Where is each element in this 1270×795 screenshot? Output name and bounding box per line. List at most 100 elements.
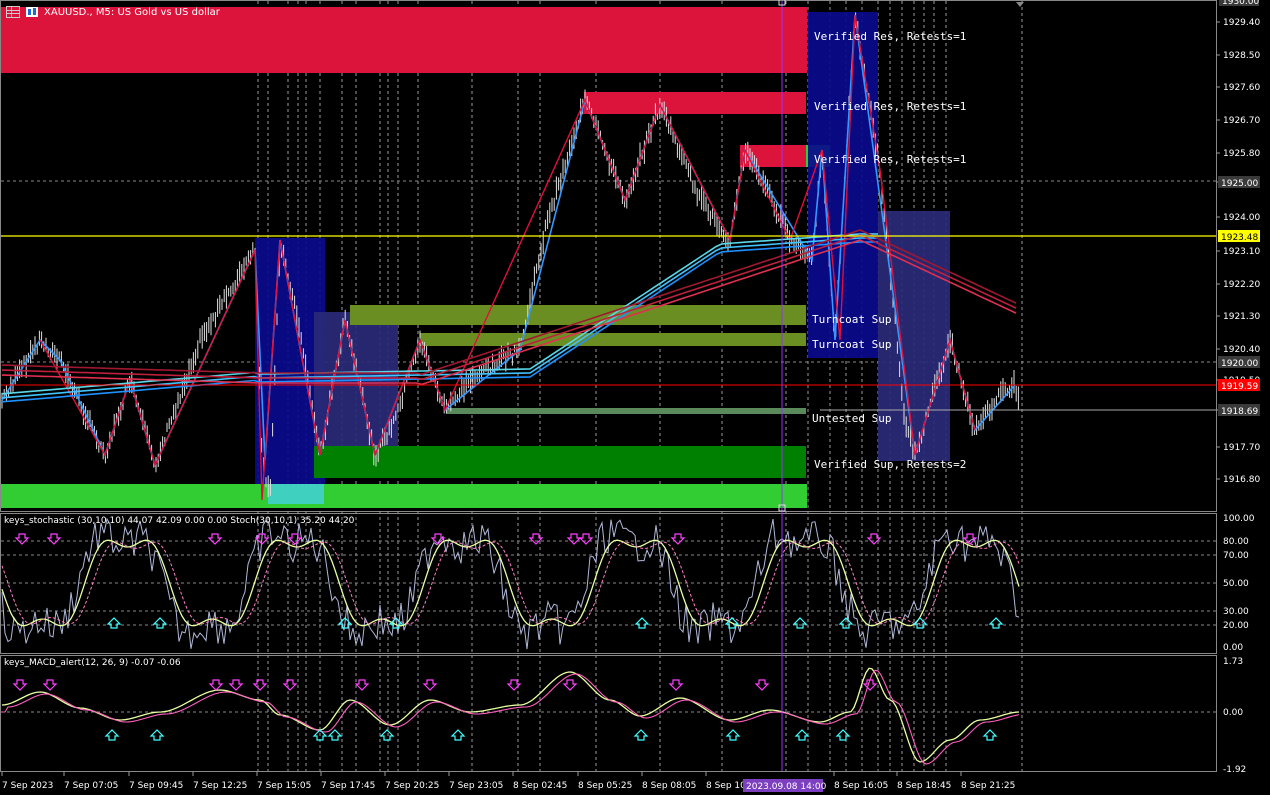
buy-arrow-icon [988, 617, 1004, 629]
crosshair-time-label: 2023.09.08 14:00 [746, 782, 827, 792]
sell-arrow-icon [354, 679, 370, 691]
sell-arrow-icon [46, 533, 62, 545]
sell-arrow-icon [562, 679, 578, 691]
price-axis-label: 1920.40 [1223, 345, 1260, 355]
macd-title: keys_MACD_alert(12, 26, 9) -0.07 -0.06 [4, 658, 181, 668]
stoch-fast-line [1, 517, 1020, 650]
sell-arrow-icon [42, 679, 58, 691]
price-axis-label: 1921.30 [1223, 312, 1260, 322]
sell-arrow-icon [287, 533, 303, 545]
zone-label: Verified Res, Retests=1 [814, 30, 966, 43]
sell-arrow-icon [208, 679, 224, 691]
time-axis-label: 8 Sep 02:45 [513, 781, 567, 791]
price-axis-label: 1927.60 [1223, 83, 1260, 93]
scroll-marker-icon[interactable] [1016, 2, 1024, 7]
buy-arrow-icon [835, 729, 851, 741]
chart-type-icon[interactable] [26, 7, 38, 17]
sell-arrow-icon [282, 679, 298, 691]
support-zone [314, 446, 806, 478]
sell-arrow-icon [12, 679, 28, 691]
buy-arrow-icon [794, 729, 810, 741]
macd-axis-label: 1.73 [1223, 657, 1243, 667]
support-zone-overlap [268, 484, 324, 504]
time-axis-label: 8 Sep 21:25 [961, 781, 1015, 791]
resistance-zone [584, 92, 806, 114]
support-zone [1, 484, 807, 508]
macd-axis-label: -1.92 [1223, 765, 1246, 775]
price-flag-label: 1919.59 [1221, 382, 1258, 392]
time-axis-label: 8 Sep 05:25 [578, 781, 632, 791]
zone-label: Turncoat Sup [812, 313, 891, 326]
time-axis-label: 8 Sep 08:05 [642, 781, 696, 791]
zone-label: Untested Sup [812, 412, 891, 425]
turncoat-zone [350, 305, 806, 325]
time-axis-label: 7 Sep 07:05 [64, 781, 118, 791]
price-axis-label: 1916.80 [1223, 475, 1260, 485]
sell-arrow-icon [422, 679, 438, 691]
price-top-label: 1930.00 [1222, 0, 1259, 7]
time-axis-label: 7 Sep 15:05 [257, 781, 311, 791]
buy-arrow-icon [106, 617, 122, 629]
sell-arrow-icon [668, 679, 684, 691]
price-axis-label: 1924.00 [1223, 213, 1260, 223]
sell-arrow-icon [862, 679, 878, 691]
sell-arrow-icon [252, 679, 268, 691]
price-axis-label: 1929.40 [1223, 18, 1260, 28]
zone-label: Verified Sup, Retests=2 [814, 458, 966, 471]
time-axis-label: 7 Sep 17:45 [321, 781, 375, 791]
sell-arrow-icon [754, 679, 770, 691]
time-axis-label: 7 Sep 20:25 [385, 781, 439, 791]
chart-header: XAUUSD., M5: US Gold vs US dollar [6, 5, 220, 19]
buy-arrow-icon [327, 729, 343, 741]
grid-icon[interactable] [6, 6, 20, 18]
sell-arrow-icon [566, 533, 582, 545]
price-axis-label: 1926.70 [1223, 116, 1260, 126]
stoch-axis-label: 30.00 [1223, 607, 1249, 617]
time-axis-label: 7 Sep 2023 [2, 781, 53, 791]
stoch-axis-label: 80.00 [1223, 537, 1249, 547]
price-axis-label: 1922.20 [1223, 280, 1260, 290]
price-axis-label: 1928.50 [1223, 51, 1260, 61]
stoch-axis-label: 0.00 [1223, 643, 1243, 653]
buy-arrow-icon [152, 617, 168, 629]
price-flag-label: 1920.00 [1221, 359, 1258, 369]
buy-arrow-icon [450, 729, 466, 741]
sell-arrow-icon [228, 679, 244, 691]
time-axis-label: 8 Sep 18:45 [897, 781, 951, 791]
buy-arrow-icon [792, 617, 808, 629]
time-axis-label: 7 Sep 23:05 [449, 781, 503, 791]
stoch-axis-label: 20.00 [1223, 621, 1249, 631]
zone-label: Turncoat Sup [812, 338, 891, 351]
sell-arrow-icon [670, 533, 686, 545]
price-axis-label: 1917.70 [1223, 443, 1260, 453]
stoch-axis-label: 70.00 [1223, 551, 1249, 561]
price-flag-label: 1918.69 [1221, 407, 1258, 417]
zone-label: Verified Res, Retests=1 [814, 100, 966, 113]
sell-arrow-icon [578, 533, 594, 545]
zone-label: Verified Res, Retests=1 [814, 153, 966, 166]
buy-arrow-icon [104, 729, 120, 741]
chart-canvas[interactable]: Verified Res, Retests=1 Verified Res, Ret… [0, 0, 1270, 795]
chart-title: XAUUSD., M5: US Gold vs US dollar [44, 6, 220, 18]
stoch-axis-label: 100.00 [1223, 514, 1255, 524]
price-axis-label: 1923.10 [1223, 247, 1260, 257]
buy-arrow-icon [634, 617, 650, 629]
price-flag-label: 1925.00 [1221, 179, 1258, 189]
time-axis-label: 8 Sep 16:05 [834, 781, 888, 791]
price-axis-label: 1925.80 [1223, 149, 1260, 159]
sell-arrow-icon [207, 533, 223, 545]
stoch-axis-label: 50.00 [1223, 579, 1249, 589]
buy-arrow-icon [982, 729, 998, 741]
buy-arrow-icon [149, 729, 165, 741]
sell-arrow-icon [14, 533, 30, 545]
turncoat-zone [420, 333, 806, 346]
time-axis-label: 7 Sep 09:45 [129, 781, 183, 791]
untested-zone [446, 408, 806, 414]
time-axis-label: 8 Sep 10: [706, 781, 749, 791]
buy-arrow-icon [379, 729, 395, 741]
buy-arrow-icon [725, 729, 741, 741]
macd-axis-label: 0.00 [1223, 708, 1243, 718]
buy-arrow-icon [633, 729, 649, 741]
time-axis-label: 7 Sep 12:25 [193, 781, 247, 791]
stochastic-title: keys_stochastic (30,10,10) 44.07 42.09 0… [4, 516, 355, 526]
